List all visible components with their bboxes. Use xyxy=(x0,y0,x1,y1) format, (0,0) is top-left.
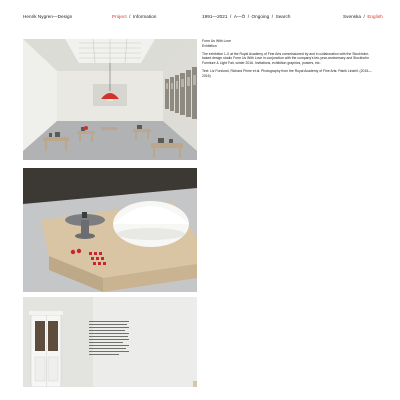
archive-nav: 1991—2021 / A—Ö / Ongoing / Search xyxy=(202,14,290,19)
nav-separator: / xyxy=(271,14,274,19)
project-heading: Form Us With Love Exhibition xyxy=(202,39,378,48)
nav-separator: / xyxy=(229,14,232,19)
brand-link[interactable]: Henrik Nygren—Design xyxy=(23,14,72,19)
lang-svenska-link[interactable]: Svenska xyxy=(343,14,361,19)
exhibition-hall-image xyxy=(23,39,197,160)
lang-english-link[interactable]: English xyxy=(367,14,382,19)
table-dome-image xyxy=(23,168,197,292)
language-switcher: Svenska / English xyxy=(343,14,383,19)
nav-project-link[interactable]: Project xyxy=(112,14,127,19)
nav-separator: / xyxy=(129,14,131,19)
nav-ongoing-link[interactable]: Ongoing xyxy=(252,14,270,19)
nav-separator: / xyxy=(247,14,250,19)
project-subtitle: Exhibition xyxy=(202,43,217,48)
nav-a-o-link[interactable]: A—Ö xyxy=(234,14,245,19)
nav-search-link[interactable]: Search xyxy=(276,14,291,19)
nav-separator: / xyxy=(363,14,365,19)
project-description: The exhibition I–X at the Royal Academy … xyxy=(202,51,370,66)
project-nav: Project / Information xyxy=(112,14,157,19)
project-credits: Text: Liz Forslund, Richard Prime et al.… xyxy=(202,69,372,78)
exhibition-hall-photo[interactable] xyxy=(23,39,197,160)
table-with-dome-lamp-photo[interactable] xyxy=(23,168,197,292)
nav-information-link[interactable]: Information xyxy=(133,14,157,19)
nav-years-link[interactable]: 1991—2021 xyxy=(202,14,227,19)
top-navigation: Henrik Nygren—Design Project / Informati… xyxy=(0,0,400,30)
project-info: Form Us With Love Exhibition The exhibit… xyxy=(202,39,378,82)
white-door-with-wall-text-photo[interactable] xyxy=(23,297,197,387)
door-wall-image xyxy=(23,297,197,387)
